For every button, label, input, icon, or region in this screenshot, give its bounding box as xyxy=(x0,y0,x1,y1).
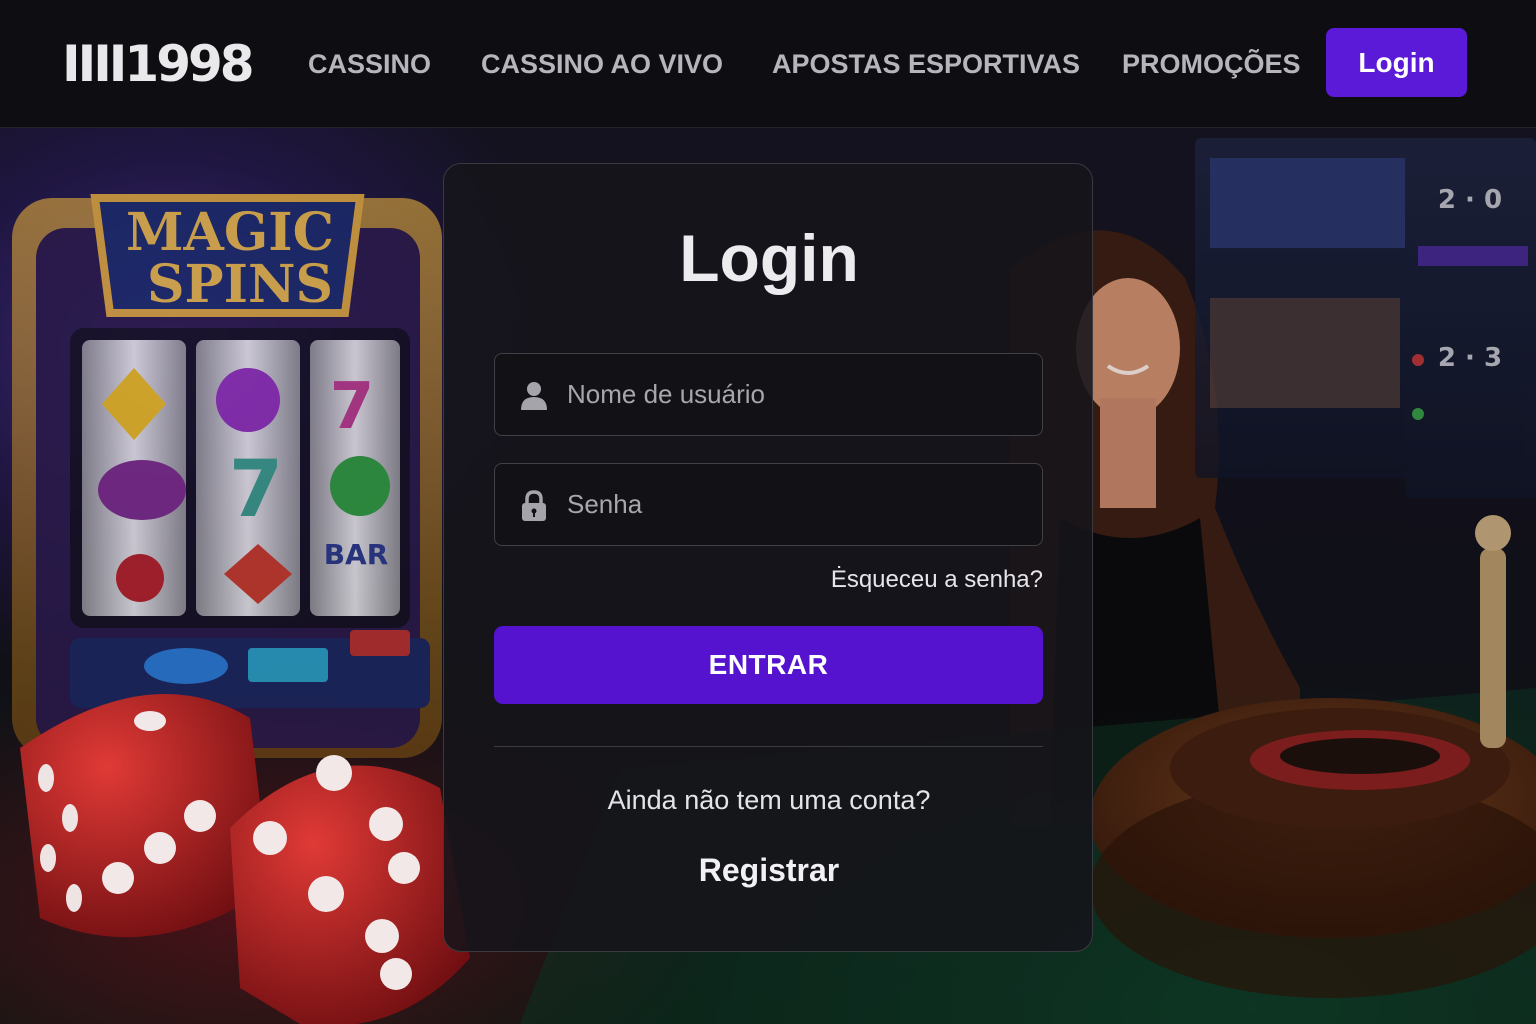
svg-text:2 · 3: 2 · 3 xyxy=(1438,343,1502,373)
svg-text:2 · 0: 2 · 0 xyxy=(1438,185,1502,215)
sports-betting-monitors: 2 · 0 2 · 3 xyxy=(1195,138,1536,498)
submit-login-button[interactable]: ENTRAR xyxy=(494,626,1043,704)
top-navigation-bar: IIII1998 CASSINO CASSINO AO VIVO APOSTAS… xyxy=(0,0,1536,128)
form-divider xyxy=(494,746,1043,747)
username-field[interactable] xyxy=(494,353,1043,436)
login-card: Login Ėsqueceu a senha? ENTRAR Ainda não… xyxy=(443,163,1093,952)
site-logo[interactable]: IIII1998 xyxy=(62,36,255,92)
slot-reel-bar-text: BAR xyxy=(324,538,389,571)
forgot-password-link[interactable]: Ėsqueceu a senha? xyxy=(831,564,1043,596)
password-input[interactable] xyxy=(567,464,1027,545)
user-icon xyxy=(521,382,547,410)
register-link[interactable]: Registrar xyxy=(444,850,1094,890)
password-field[interactable] xyxy=(494,463,1043,546)
svg-text:7: 7 xyxy=(229,445,283,535)
slot-machine: MAGIC SPINS 7 7 BAR xyxy=(12,194,442,758)
nav-link-apostas-esportivas[interactable]: APOSTAS ESPORTIVAS xyxy=(772,46,1080,82)
username-input[interactable] xyxy=(567,354,1027,435)
nav-link-cassino-ao-vivo[interactable]: CASSINO AO VIVO xyxy=(481,46,723,82)
no-account-text: Ainda não tem uma conta? xyxy=(607,785,931,815)
slot-sign-line-2: SPINS xyxy=(147,254,333,315)
login-title: Login xyxy=(679,221,859,295)
nav-link-promocoes[interactable]: PROMOÇÕES xyxy=(1122,46,1301,82)
nav-link-cassino[interactable]: CASSINO xyxy=(308,46,431,82)
lock-icon xyxy=(522,490,546,521)
svg-text:7: 7 xyxy=(330,370,375,444)
header-login-button[interactable]: Login xyxy=(1326,28,1467,97)
